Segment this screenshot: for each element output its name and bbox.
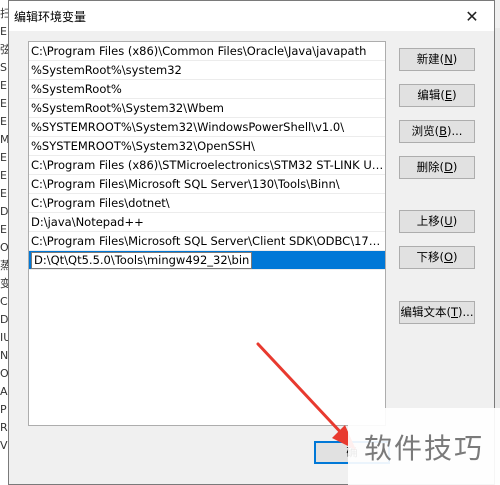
watermark: 软件技巧	[348, 408, 500, 485]
